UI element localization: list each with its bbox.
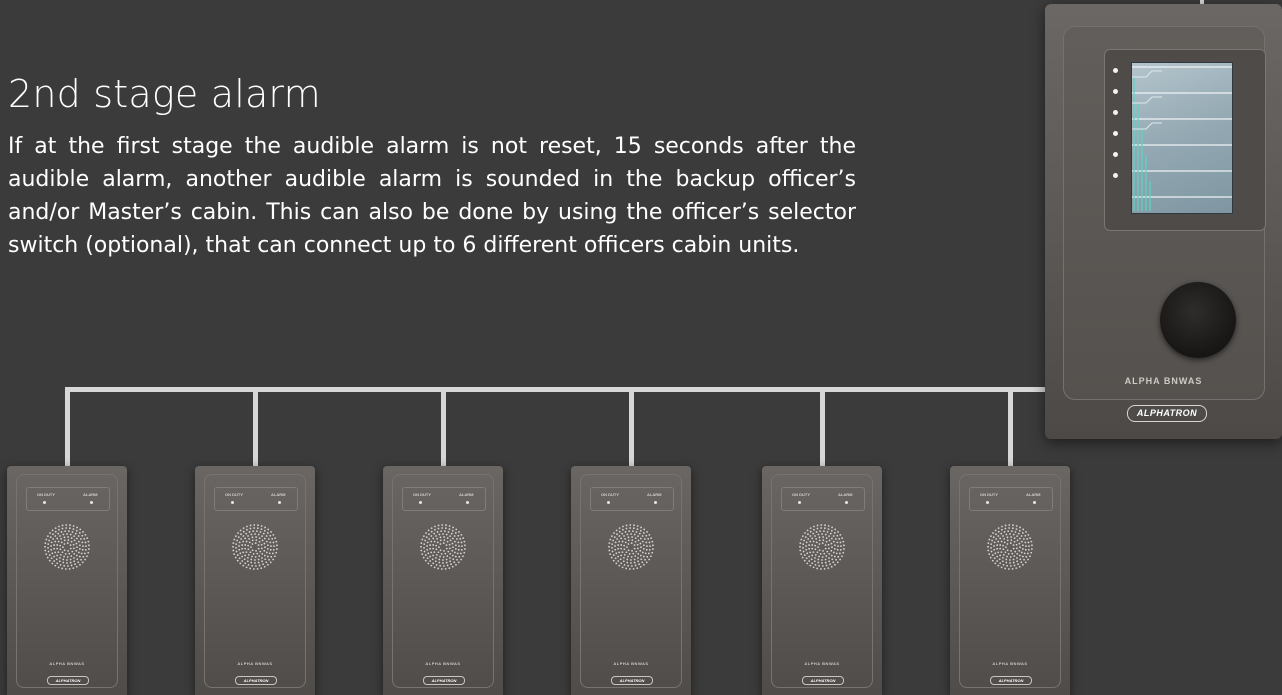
speaker-grille-icon — [420, 524, 466, 570]
cabin-unit: ON DUTY ALARM ALPHA BNWAS ALPHATRON — [7, 466, 127, 695]
cabin-unit-face: ON DUTY ALARM ALPHA BNWAS ALPHATRON — [771, 474, 873, 688]
alarm-led — [278, 501, 281, 504]
wire-drop — [65, 387, 70, 467]
wire-drop — [441, 387, 446, 467]
alarm-label: ALARM — [647, 492, 662, 497]
alphatron-logo: ALPHATRON — [990, 676, 1032, 685]
description-text: If at the first stage the audible alarm … — [8, 134, 856, 258]
speaker — [986, 523, 1034, 571]
alarm-label: ALARM — [271, 492, 286, 497]
display-frame — [1104, 49, 1266, 231]
indicator-panel: ON DUTY ALARM — [26, 487, 110, 511]
led-indicator — [1113, 131, 1118, 136]
on-duty-label: ON DUTY — [980, 492, 998, 497]
cabin-brand-label: ALPHA BNWAS — [425, 661, 461, 666]
led-indicator — [1113, 68, 1118, 73]
led-indicator — [1113, 110, 1118, 115]
alphatron-logo: ALPHATRON — [1127, 405, 1207, 422]
on-duty-label: ON DUTY — [225, 492, 243, 497]
indicator-panel: ON DUTY ALARM — [214, 487, 298, 511]
cabin-unit: ON DUTY ALARM ALPHA BNWAS ALPHATRON — [950, 466, 1070, 695]
page-heading: 2nd stage alarm — [8, 72, 321, 116]
on-duty-label: ON DUTY — [601, 492, 619, 497]
control-knob[interactable] — [1160, 282, 1236, 358]
cabin-unit: ON DUTY ALARM ALPHA BNWAS ALPHATRON — [383, 466, 503, 695]
indicator-panel: ON DUTY ALARM — [402, 487, 486, 511]
speaker-grille-icon — [608, 524, 654, 570]
cabin-unit: ON DUTY ALARM ALPHA BNWAS ALPHATRON — [762, 466, 882, 695]
master-brand-label: ALPHA BNWAS — [1124, 376, 1203, 386]
master-panel-face — [1063, 26, 1266, 400]
screen-lines-icon — [1132, 66, 1232, 211]
alarm-label: ALARM — [459, 492, 474, 497]
on-duty-label: ON DUTY — [37, 492, 55, 497]
led-indicators — [1113, 68, 1118, 194]
cabin-unit-face: ON DUTY ALARM ALPHA BNWAS ALPHATRON — [16, 474, 118, 688]
cabin-brand-label: ALPHA BNWAS — [613, 661, 649, 666]
cabin-unit: ON DUTY ALARM ALPHA BNWAS ALPHATRON — [195, 466, 315, 695]
alphatron-logo: ALPHATRON — [802, 676, 844, 685]
alarm-led — [90, 501, 93, 504]
cabin-unit-face: ON DUTY ALARM ALPHA BNWAS ALPHATRON — [392, 474, 494, 688]
cabin-unit: ON DUTY ALARM ALPHA BNWAS ALPHATRON — [571, 466, 691, 695]
alarm-label: ALARM — [1026, 492, 1041, 497]
indicator-panel: ON DUTY ALARM — [781, 487, 865, 511]
indicator-panel: ON DUTY ALARM — [969, 487, 1053, 511]
speaker — [231, 523, 279, 571]
cabin-brand-label: ALPHA BNWAS — [49, 661, 85, 666]
wire-drop — [629, 387, 634, 467]
master-panel: ALPHA BNWAS ALPHATRON — [1045, 4, 1282, 439]
led-indicator — [1113, 152, 1118, 157]
indicator-panel: ON DUTY ALARM — [590, 487, 674, 511]
speaker-grille-icon — [232, 524, 278, 570]
led-indicator — [1113, 173, 1118, 178]
alarm-label: ALARM — [83, 492, 98, 497]
on-duty-label: ON DUTY — [792, 492, 810, 497]
alphatron-logo: ALPHATRON — [47, 676, 89, 685]
speaker-grille-icon — [799, 524, 845, 570]
alarm-led — [466, 501, 469, 504]
alarm-led — [845, 501, 848, 504]
on-duty-led — [798, 501, 801, 504]
speaker — [419, 523, 467, 571]
speaker-grille-icon — [987, 524, 1033, 570]
cabin-unit-face: ON DUTY ALARM ALPHA BNWAS ALPHATRON — [959, 474, 1061, 688]
on-duty-label: ON DUTY — [413, 492, 431, 497]
alarm-led — [1033, 501, 1036, 504]
cabin-brand-label: ALPHA BNWAS — [992, 661, 1028, 666]
speaker-grille-icon — [44, 524, 90, 570]
lcd-screen — [1131, 62, 1233, 214]
on-duty-led — [986, 501, 989, 504]
on-duty-led — [43, 501, 46, 504]
speaker — [607, 523, 655, 571]
alphatron-logo: ALPHATRON — [423, 676, 465, 685]
wire-drop — [253, 387, 258, 467]
cabin-brand-label: ALPHA BNWAS — [804, 661, 840, 666]
alphatron-logo: ALPHATRON — [235, 676, 277, 685]
alphatron-logo: ALPHATRON — [611, 676, 653, 685]
on-duty-led — [231, 501, 234, 504]
speaker — [798, 523, 846, 571]
speaker — [43, 523, 91, 571]
wire-drop — [820, 387, 825, 467]
cabin-unit-face: ON DUTY ALARM ALPHA BNWAS ALPHATRON — [204, 474, 306, 688]
alarm-led — [654, 501, 657, 504]
alarm-label: ALARM — [838, 492, 853, 497]
led-indicator — [1113, 89, 1118, 94]
on-duty-led — [607, 501, 610, 504]
wire-drop — [1008, 387, 1013, 467]
cabin-brand-label: ALPHA BNWAS — [237, 661, 273, 666]
on-duty-led — [419, 501, 422, 504]
cabin-unit-face: ON DUTY ALARM ALPHA BNWAS ALPHATRON — [580, 474, 682, 688]
wire-bus-horizontal — [66, 387, 1048, 392]
